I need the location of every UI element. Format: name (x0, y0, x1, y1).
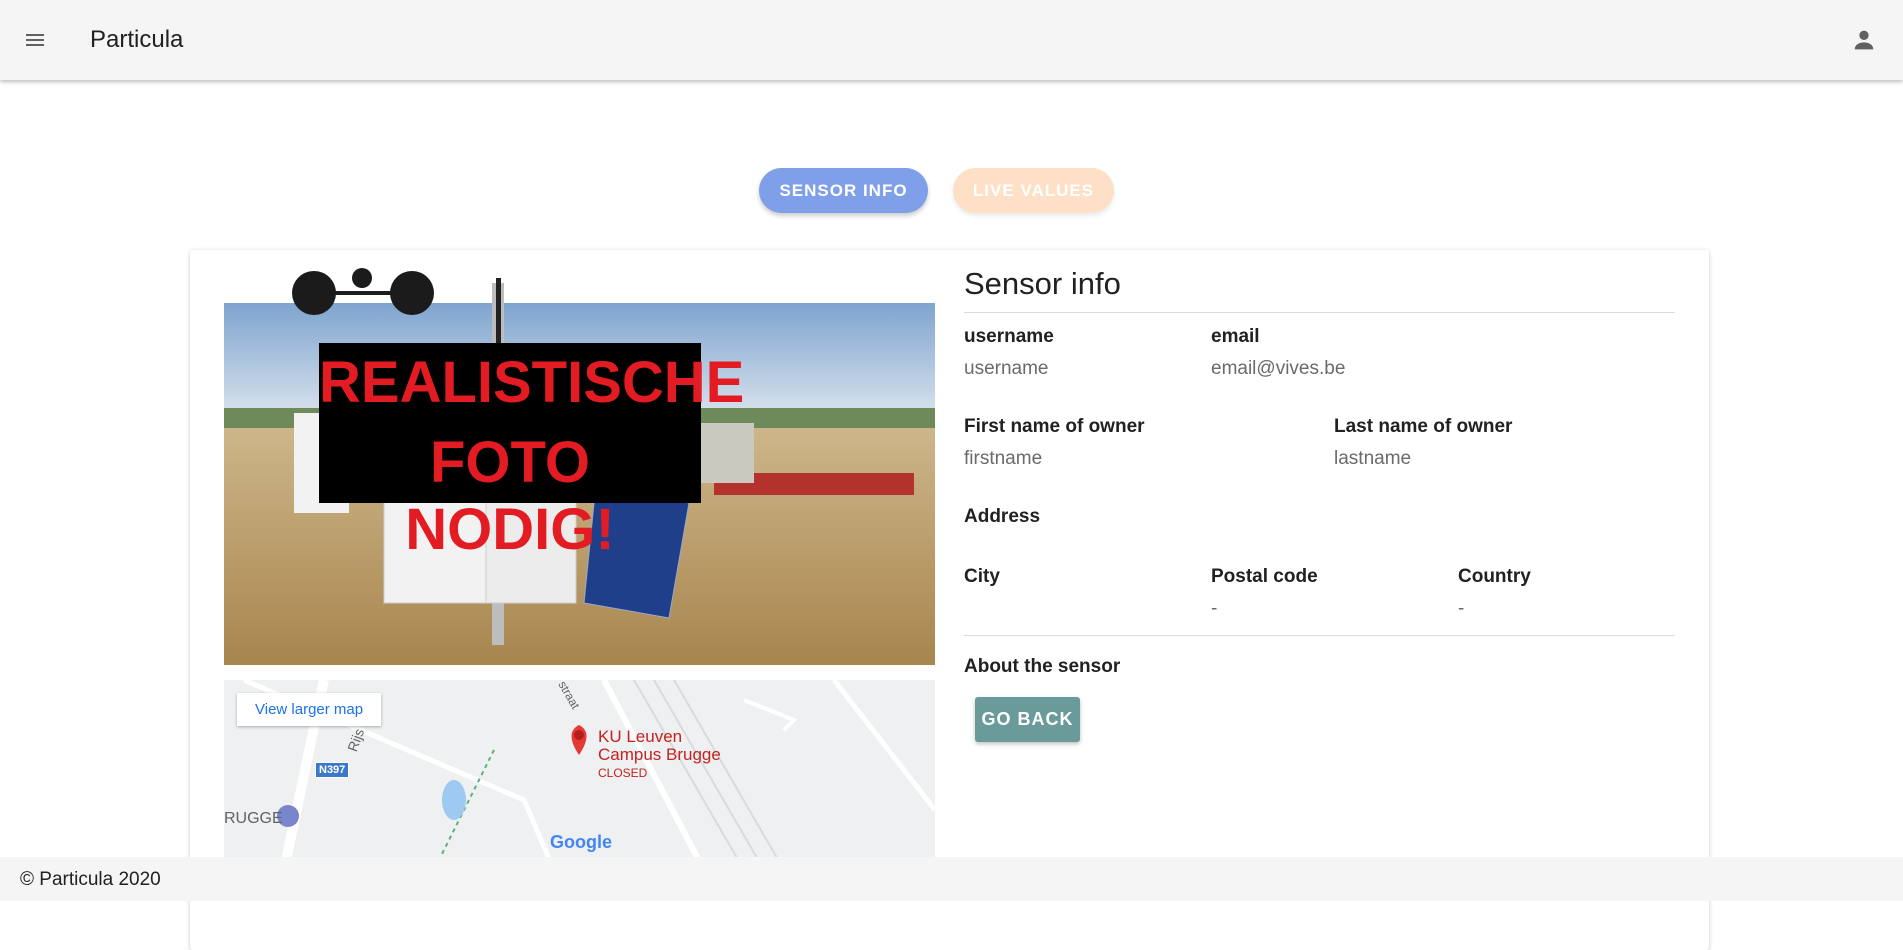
city-field: City (964, 566, 1000, 588)
footer-copyright: © Particula 2020 (20, 869, 161, 890)
address-label: Address (964, 506, 1041, 527)
photo-overlay-line-2: FOTO NODIG! (405, 430, 615, 562)
sensor-info-title: Sensor info (964, 266, 1675, 313)
map-place-name-2: Campus Brugge (598, 745, 721, 764)
about-label: About the sensor (964, 656, 1121, 677)
footer: © Particula 2020 (0, 857, 1903, 901)
postal-code-field: Postal code - (1211, 566, 1318, 620)
map-place-label: KU Leuven Campus Brugge CLOSED (598, 728, 721, 782)
tab-live-values[interactable]: LIVE VALUES (953, 168, 1114, 213)
sensor-card: REALISTISCHE FOTO NODIG! View larger map… (190, 250, 1709, 950)
email-field: email email@vives.be (1211, 326, 1345, 380)
firstname-value: firstname (964, 448, 1043, 469)
account-icon (1854, 30, 1874, 50)
tab-sensor-info[interactable]: SENSOR INFO (759, 168, 928, 213)
email-value: email@vives.be (1211, 358, 1346, 379)
map-place-status: CLOSED (598, 766, 648, 780)
section-divider (964, 635, 1675, 636)
go-back-button[interactable]: GO BACK (975, 697, 1080, 742)
view-larger-map-link[interactable]: View larger map (237, 693, 382, 726)
sensor-photo: REALISTISCHE FOTO NODIG! (224, 268, 935, 665)
username-value: username (964, 358, 1049, 379)
email-label: email (1211, 326, 1260, 347)
address-field: Address (964, 506, 1040, 528)
lastname-label: Last name of owner (1334, 416, 1513, 437)
app-title: Particula (90, 26, 184, 53)
map-town-label: RUGGE (224, 810, 283, 827)
lastname-field: Last name of owner lastname (1334, 416, 1512, 470)
username-label: username (964, 326, 1054, 347)
country-value: - (1458, 598, 1465, 619)
sensor-info-panel: Sensor info username username email emai… (964, 266, 1675, 742)
username-field: username username (964, 326, 1054, 380)
road-shield: N397 (315, 762, 350, 778)
lastname-value: lastname (1334, 448, 1412, 469)
menu-button[interactable] (10, 20, 60, 60)
photo-overlay-line-1: REALISTISCHE (319, 350, 745, 415)
app-bar: Particula (0, 0, 1903, 80)
postal-code-label: Postal code (1211, 566, 1318, 587)
country-label: Country (1458, 566, 1531, 587)
firstname-field: First name of owner firstname (964, 416, 1145, 470)
firstname-label: First name of owner (964, 416, 1145, 437)
location-map[interactable]: View larger map N397 KU Leuven Campus Br… (224, 680, 935, 870)
account-button[interactable] (1839, 20, 1889, 60)
city-label: City (964, 566, 1000, 587)
map-place-name-1: KU Leuven (598, 727, 683, 746)
menu-icon (26, 34, 44, 46)
country-field: Country - (1458, 566, 1531, 620)
postal-code-value: - (1211, 598, 1218, 619)
about-field: About the sensor (964, 656, 1120, 678)
google-logo: Google (550, 832, 612, 852)
